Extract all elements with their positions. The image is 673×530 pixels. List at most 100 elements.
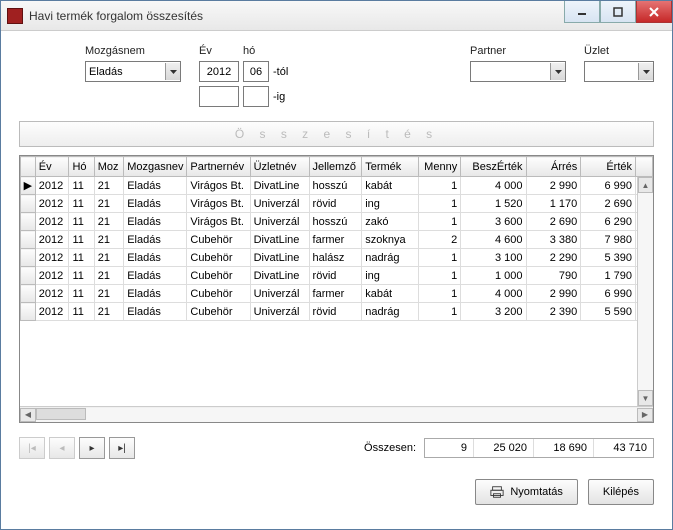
table-row[interactable]: 20121121EladásCubehörUniverzálrövidnadrá… (21, 303, 653, 321)
nav-first-button[interactable]: |◂ (19, 437, 45, 459)
table-row[interactable]: 20121121EladásVirágos Bt.Univerzálrövidi… (21, 195, 653, 213)
col-header[interactable]: BeszÉrték (461, 157, 526, 177)
app-icon (7, 8, 23, 24)
app-window: Havi termék forgalom összesítés Mozgásne… (0, 0, 673, 530)
mozgasnem-combo[interactable]: Eladás (85, 61, 181, 82)
cell-jellemzo: hosszú (309, 177, 362, 195)
cell-termek: szoknya (362, 231, 419, 249)
cell-arres: 1 170 (526, 195, 581, 213)
col-header[interactable]: Menny (419, 157, 461, 177)
navigator-row: |◂ ◂ ▸ ▸| Összesen: 9 25 020 18 690 43 7… (19, 437, 654, 459)
cell-menny: 1 (419, 267, 461, 285)
col-header[interactable]: Hó (69, 157, 94, 177)
scroll-down-icon[interactable]: ▼ (638, 390, 653, 406)
summarize-button[interactable]: Ö s s z e s í t é s (19, 121, 654, 147)
cell-termek: kabát (362, 177, 419, 195)
col-header[interactable]: Üzletnév (250, 157, 309, 177)
cell-termek: nadrág (362, 249, 419, 267)
cell-arres: 2 690 (526, 213, 581, 231)
table-row[interactable]: 20121121EladásCubehörUniverzálfarmerkabá… (21, 285, 653, 303)
col-header[interactable] (21, 157, 36, 177)
col-header[interactable]: Partnernév (187, 157, 250, 177)
cell-marker (21, 249, 36, 267)
ho-label: hó (243, 45, 288, 57)
cell-mozgasnev: Eladás (124, 285, 187, 303)
cell-arres: 2 390 (526, 303, 581, 321)
scroll-up-icon[interactable]: ▲ (638, 177, 653, 193)
cell-beszertek: 4 000 (461, 285, 526, 303)
cell-arres: 2 290 (526, 249, 581, 267)
cell-jellemzo: rövid (309, 267, 362, 285)
close-button[interactable] (636, 1, 672, 23)
filter-bar: Mozgásnem Eladás Év hó -tól -i (19, 45, 654, 115)
cell-moz: 21 (94, 231, 123, 249)
table-row[interactable]: 20121121EladásVirágos Bt.Univerzálhosszú… (21, 213, 653, 231)
maximize-icon (613, 7, 623, 17)
data-grid: ÉvHóMozMozgasnevPartnernévÜzletnévJellem… (19, 155, 654, 423)
total-ertek: 43 710 (593, 439, 653, 457)
cell-ho: 11 (69, 249, 94, 267)
cell-menny: 2 (419, 231, 461, 249)
cell-termek: ing (362, 195, 419, 213)
cell-jellemzo: rövid (309, 303, 362, 321)
cell-ertek: 6 990 (581, 285, 636, 303)
cell-jellemzo: hosszú (309, 213, 362, 231)
total-beszertek: 25 020 (473, 439, 533, 457)
col-header[interactable]: Termék (362, 157, 419, 177)
col-header[interactable]: Jellemző (309, 157, 362, 177)
nav-next-button[interactable]: ▸ (79, 437, 105, 459)
totals-box: 9 25 020 18 690 43 710 (424, 438, 654, 458)
year-to-input[interactable] (199, 86, 239, 107)
col-header[interactable]: Moz (94, 157, 123, 177)
cell-menny: 1 (419, 195, 461, 213)
cell-jellemzo: farmer (309, 285, 362, 303)
cell-beszertek: 4 600 (461, 231, 526, 249)
cell-marker (21, 195, 36, 213)
print-label: Nyomtatás (510, 486, 563, 498)
cell-ho: 11 (69, 267, 94, 285)
chevron-down-icon (638, 63, 653, 80)
cell-beszertek: 4 000 (461, 177, 526, 195)
cell-moz: 21 (94, 267, 123, 285)
maximize-button[interactable] (600, 1, 636, 23)
minimize-button[interactable] (564, 1, 600, 23)
table-row[interactable]: 20121121EladásCubehörDivatLinefarmerszok… (21, 231, 653, 249)
content-area: Mozgásnem Eladás Év hó -tól -i (1, 31, 672, 529)
cell-mozgasnev: Eladás (124, 195, 187, 213)
uzlet-combo[interactable] (584, 61, 654, 82)
print-button[interactable]: Nyomtatás (475, 479, 578, 505)
cell-termek: ing (362, 267, 419, 285)
close-icon (649, 7, 659, 17)
cell-mozgasnev: Eladás (124, 249, 187, 267)
cell-ertek: 7 980 (581, 231, 636, 249)
cell-moz: 21 (94, 249, 123, 267)
col-header[interactable]: Árrés (526, 157, 581, 177)
total-arres: 18 690 (533, 439, 593, 457)
scroll-right-icon[interactable]: ▶ (637, 408, 653, 422)
month-from-input[interactable] (243, 61, 269, 82)
cell-arres: 2 990 (526, 177, 581, 195)
table-row[interactable]: 20121121EladásCubehörDivatLineröviding11… (21, 267, 653, 285)
cell-moz: 21 (94, 195, 123, 213)
cell-mozgasnev: Eladás (124, 231, 187, 249)
col-header[interactable]: Érték (581, 157, 636, 177)
nav-prev-button[interactable]: ◂ (49, 437, 75, 459)
col-header[interactable]: Év (35, 157, 69, 177)
exit-button[interactable]: Kilépés (588, 479, 654, 505)
cell-ev: 2012 (35, 267, 69, 285)
cell-partner: Cubehör (187, 303, 250, 321)
year-from-input[interactable] (199, 61, 239, 82)
cell-arres: 3 380 (526, 231, 581, 249)
cell-arres: 790 (526, 267, 581, 285)
nav-last-button[interactable]: ▸| (109, 437, 135, 459)
table-row[interactable]: ▶20121121EladásVirágos Bt.DivatLinehossz… (21, 177, 653, 195)
vertical-scrollbar[interactable]: ▲ ▼ (637, 177, 653, 406)
partner-combo[interactable] (470, 61, 566, 82)
cell-menny: 1 (419, 249, 461, 267)
horizontal-scrollbar[interactable]: ◀ ▶ (20, 406, 653, 422)
month-to-input[interactable] (243, 86, 269, 107)
scroll-left-icon[interactable]: ◀ (20, 408, 36, 422)
cell-beszertek: 3 600 (461, 213, 526, 231)
table-row[interactable]: 20121121EladásCubehörDivatLinehalásznadr… (21, 249, 653, 267)
col-header[interactable]: Mozgasnev (124, 157, 187, 177)
